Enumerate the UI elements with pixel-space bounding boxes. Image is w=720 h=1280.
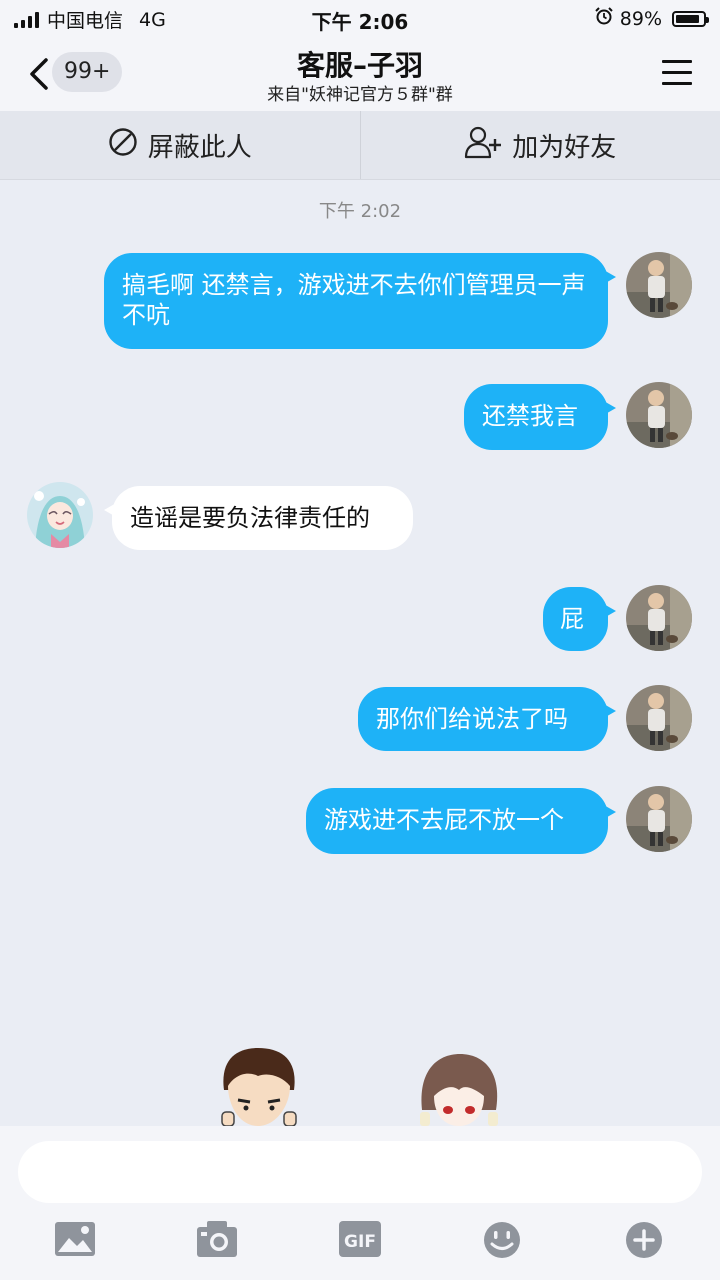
block-label: 屏蔽此人 <box>147 132 252 163</box>
battery-icon <box>672 10 709 27</box>
add-user-icon <box>464 125 502 166</box>
plus-icon[interactable] <box>624 1220 668 1260</box>
message-bubble-out[interactable]: 那你们给说法了吗 <box>358 687 616 751</box>
status-right: 89% <box>594 6 709 31</box>
chat-title: 客服–子羽 <box>296 49 423 82</box>
svg-text:GIF: GIF <box>344 1232 376 1252</box>
battery-percent: 89% <box>619 7 662 30</box>
image-icon[interactable] <box>54 1220 98 1260</box>
hamburger-menu-icon[interactable] <box>662 60 692 86</box>
peeking-boy-sticker <box>212 1046 304 1127</box>
battery-fill <box>676 14 700 23</box>
peeking-anime-sticker <box>414 1050 504 1126</box>
message-bubble-in[interactable]: 造谣是要负法律责任的 <box>104 486 413 550</box>
chat-timestamp: 下午 2:02 <box>318 201 402 222</box>
emoji-icon[interactable] <box>482 1220 526 1260</box>
avatar-self[interactable] <box>626 685 692 751</box>
message-bubble-out[interactable]: 屁 <box>543 587 616 651</box>
add-friend-label: 加为好友 <box>512 132 617 163</box>
gif-icon[interactable]: GIF <box>338 1220 382 1260</box>
avatar-self[interactable] <box>626 252 692 318</box>
message-input[interactable] <box>18 1141 702 1203</box>
avatar-customer-service[interactable] <box>27 482 93 548</box>
avatar-self[interactable] <box>626 585 692 651</box>
message-bubble-out[interactable]: 游戏进不去屁不放一个 <box>306 788 616 854</box>
action-bar: 屏蔽此人 加为好友 <box>0 111 720 180</box>
chat-subtitle: 来自"妖神记官方５群"群 <box>267 85 453 105</box>
avatar-self[interactable] <box>626 382 692 448</box>
composer: GIF <box>0 1126 720 1280</box>
block-icon <box>108 127 138 164</box>
nav-bar: 99+ 客服–子羽 来自"妖神记官方５群"群 <box>0 36 720 111</box>
alarm-clock-icon <box>594 6 614 31</box>
message-bubble-out[interactable]: 搞毛啊 还禁言，游戏进不去你们管理员一声不吭 <box>104 253 616 349</box>
avatar-self[interactable] <box>626 786 692 852</box>
camera-icon[interactable] <box>196 1220 240 1260</box>
message-bubble-out[interactable]: 还禁我言 <box>464 384 616 450</box>
status-bar: 中国电信 4G 下午 2:06 89% <box>0 0 720 36</box>
add-friend-button[interactable]: 加为好友 <box>361 111 720 179</box>
block-button[interactable]: 屏蔽此人 <box>0 111 360 179</box>
